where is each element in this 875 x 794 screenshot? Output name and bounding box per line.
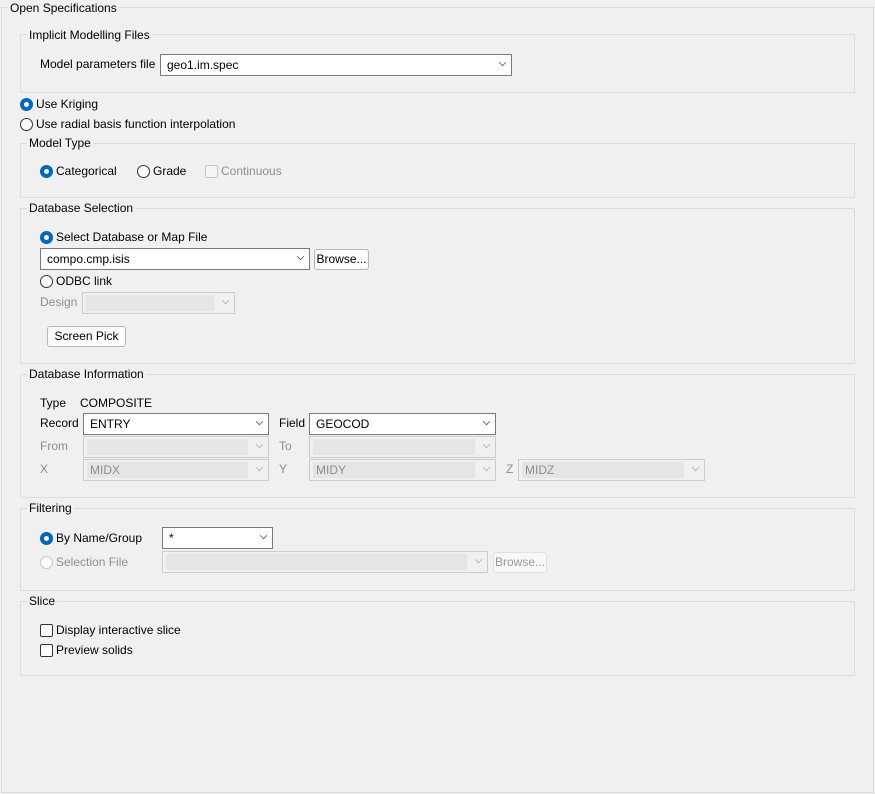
z-label: Z	[506, 462, 514, 476]
use-rbf-radio[interactable]	[20, 118, 33, 131]
from-combo[interactable]	[83, 436, 269, 458]
combo-value: ENTRY	[90, 417, 131, 431]
browse-database-button[interactable]: Browse...	[314, 249, 369, 270]
slice-group	[20, 601, 855, 676]
combo-value: *	[169, 531, 174, 545]
use-rbf-label: Use radial basis function interpolation	[36, 117, 236, 131]
selection-file-label: Selection File	[56, 555, 129, 569]
preview-solids-label: Preview solids	[56, 643, 133, 657]
x-combo[interactable]: MIDX	[83, 459, 269, 481]
filtering-group	[20, 508, 855, 591]
record-combo[interactable]: ENTRY	[83, 413, 269, 435]
name-group-combo[interactable]: *	[162, 527, 273, 549]
combo-value: GEOCOD	[316, 417, 370, 431]
odbc-link-label: ODBC link	[56, 274, 113, 288]
from-label: From	[40, 439, 68, 453]
chevron-down-icon	[259, 531, 268, 540]
grade-radio[interactable]	[137, 165, 150, 178]
use-kriging-radio[interactable]	[20, 98, 33, 111]
chevron-down-icon	[255, 417, 264, 426]
chevron-down-icon	[296, 252, 305, 261]
x-label: X	[40, 462, 49, 476]
panel-title: Open Specifications	[8, 1, 119, 15]
by-name-group-radio[interactable]	[40, 532, 53, 545]
chevron-down-icon	[482, 417, 491, 426]
group-title: Model Type	[27, 136, 93, 150]
display-interactive-slice-label: Display interactive slice	[56, 623, 181, 637]
browse-selection-file-button[interactable]: Browse...	[493, 552, 547, 573]
combo-value: MIDY	[313, 462, 475, 478]
chevron-down-icon	[255, 440, 264, 449]
selection-file-combo[interactable]	[162, 551, 488, 573]
combo-value: compo.cmp.isis	[47, 252, 130, 266]
screen-pick-button[interactable]: Screen Pick	[47, 326, 126, 347]
model-parameters-label: Model parameters file	[40, 57, 156, 71]
odbc-link-radio[interactable]	[40, 275, 53, 288]
select-database-radio[interactable]	[40, 231, 53, 244]
group-title: Database Information	[27, 367, 146, 381]
to-combo[interactable]	[309, 436, 496, 458]
chevron-down-icon	[482, 440, 491, 449]
record-label: Record	[40, 416, 79, 430]
categorical-label: Categorical	[56, 164, 117, 178]
selection-file-radio[interactable]	[40, 556, 53, 569]
group-title: Implicit Modelling Files	[27, 28, 152, 42]
group-title: Filtering	[27, 501, 74, 515]
to-label: To	[279, 439, 292, 453]
chevron-down-icon	[474, 555, 483, 564]
combo-value: MIDZ	[522, 462, 684, 478]
field-combo[interactable]: GEOCOD	[309, 413, 496, 435]
z-combo[interactable]: MIDZ	[518, 459, 705, 481]
y-label: Y	[279, 462, 288, 476]
chevron-down-icon	[691, 463, 700, 472]
select-database-label: Select Database or Map File	[56, 230, 208, 244]
design-combo[interactable]	[82, 292, 235, 314]
chevron-down-icon	[255, 463, 264, 472]
type-label: Type	[40, 396, 67, 410]
use-kriging-label: Use Kriging	[36, 97, 99, 111]
y-combo[interactable]: MIDY	[309, 459, 496, 481]
type-value: COMPOSITE	[80, 396, 153, 410]
continuous-label: Continuous	[221, 164, 282, 178]
field-label: Field	[279, 416, 306, 430]
design-label: Design	[40, 295, 78, 309]
categorical-radio[interactable]	[40, 165, 53, 178]
chevron-down-icon	[498, 58, 507, 67]
by-name-group-label: By Name/Group	[56, 531, 143, 545]
preview-solids-checkbox[interactable]	[40, 644, 53, 657]
model-parameters-combo[interactable]: geo1.im.spec	[160, 54, 512, 76]
chevron-down-icon	[482, 463, 491, 472]
database-file-combo[interactable]: compo.cmp.isis	[40, 248, 310, 270]
combo-value: MIDX	[87, 462, 248, 478]
grade-label: Grade	[153, 164, 187, 178]
display-interactive-slice-checkbox[interactable]	[40, 624, 53, 637]
combo-value: geo1.im.spec	[167, 58, 239, 72]
chevron-down-icon	[221, 296, 230, 305]
group-title: Slice	[27, 594, 58, 608]
continuous-checkbox[interactable]	[205, 165, 218, 178]
group-title: Database Selection	[27, 201, 136, 215]
